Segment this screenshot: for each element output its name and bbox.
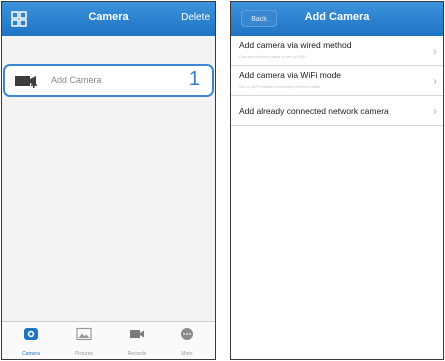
- add-options-list: Add camera via wired method Connect ethe…: [231, 36, 443, 126]
- tab-records[interactable]: Records: [112, 322, 162, 359]
- add-camera-label: Add Camera: [51, 75, 102, 85]
- picture-icon: [76, 327, 92, 341]
- option-connected[interactable]: Add already connected network camera ›: [231, 96, 443, 126]
- delete-button[interactable]: Delete: [181, 12, 210, 23]
- option-wifi[interactable]: Add camera via WiFi mode Set up WiFi wit…: [231, 66, 443, 96]
- chevron-right-icon: ›: [433, 74, 437, 88]
- option-wired[interactable]: Add camera via wired method Connect ethe…: [231, 36, 443, 66]
- camera-screen: Camera Delete Add Camera 1 Camera Pictur…: [1, 1, 216, 360]
- option-title: Add camera via wired method: [239, 40, 352, 50]
- chevron-right-icon: ›: [433, 44, 437, 58]
- camera-plus-icon: [15, 76, 37, 88]
- more-icon: [181, 328, 193, 340]
- camera-tab-icon: [24, 328, 38, 340]
- tab-camera[interactable]: Camera: [6, 322, 56, 359]
- tab-more-label: More: [181, 351, 193, 357]
- tab-more[interactable]: More: [162, 322, 212, 359]
- tab-records-label: Records: [127, 351, 147, 357]
- tab-pictures-label: Pictures: [74, 351, 94, 357]
- camera-header: Camera Delete: [2, 2, 215, 36]
- add-camera-row[interactable]: Add Camera 1: [3, 64, 214, 97]
- option-subtitle: Connect ethernet cable to set up WiFi: [239, 54, 306, 59]
- tab-camera-label: Camera: [22, 351, 40, 357]
- page-title: Add Camera: [304, 11, 370, 23]
- step-number: 1: [188, 68, 200, 90]
- tab-bar: Camera Pictures Records More: [2, 321, 215, 359]
- add-camera-header: Back Add Camera: [231, 2, 443, 36]
- option-subtitle: Set up WiFi without connecting ethernet …: [239, 84, 321, 89]
- camera-list: Add Camera 1: [2, 36, 215, 322]
- option-title: Add camera via WiFi mode: [239, 70, 342, 80]
- chevron-right-icon: ›: [433, 104, 437, 118]
- option-title: Add already connected network camera: [239, 106, 389, 116]
- add-camera-screen: Back Add Camera Add camera via wired met…: [230, 1, 444, 360]
- tab-pictures[interactable]: Pictures: [59, 322, 109, 359]
- video-icon: [130, 330, 144, 338]
